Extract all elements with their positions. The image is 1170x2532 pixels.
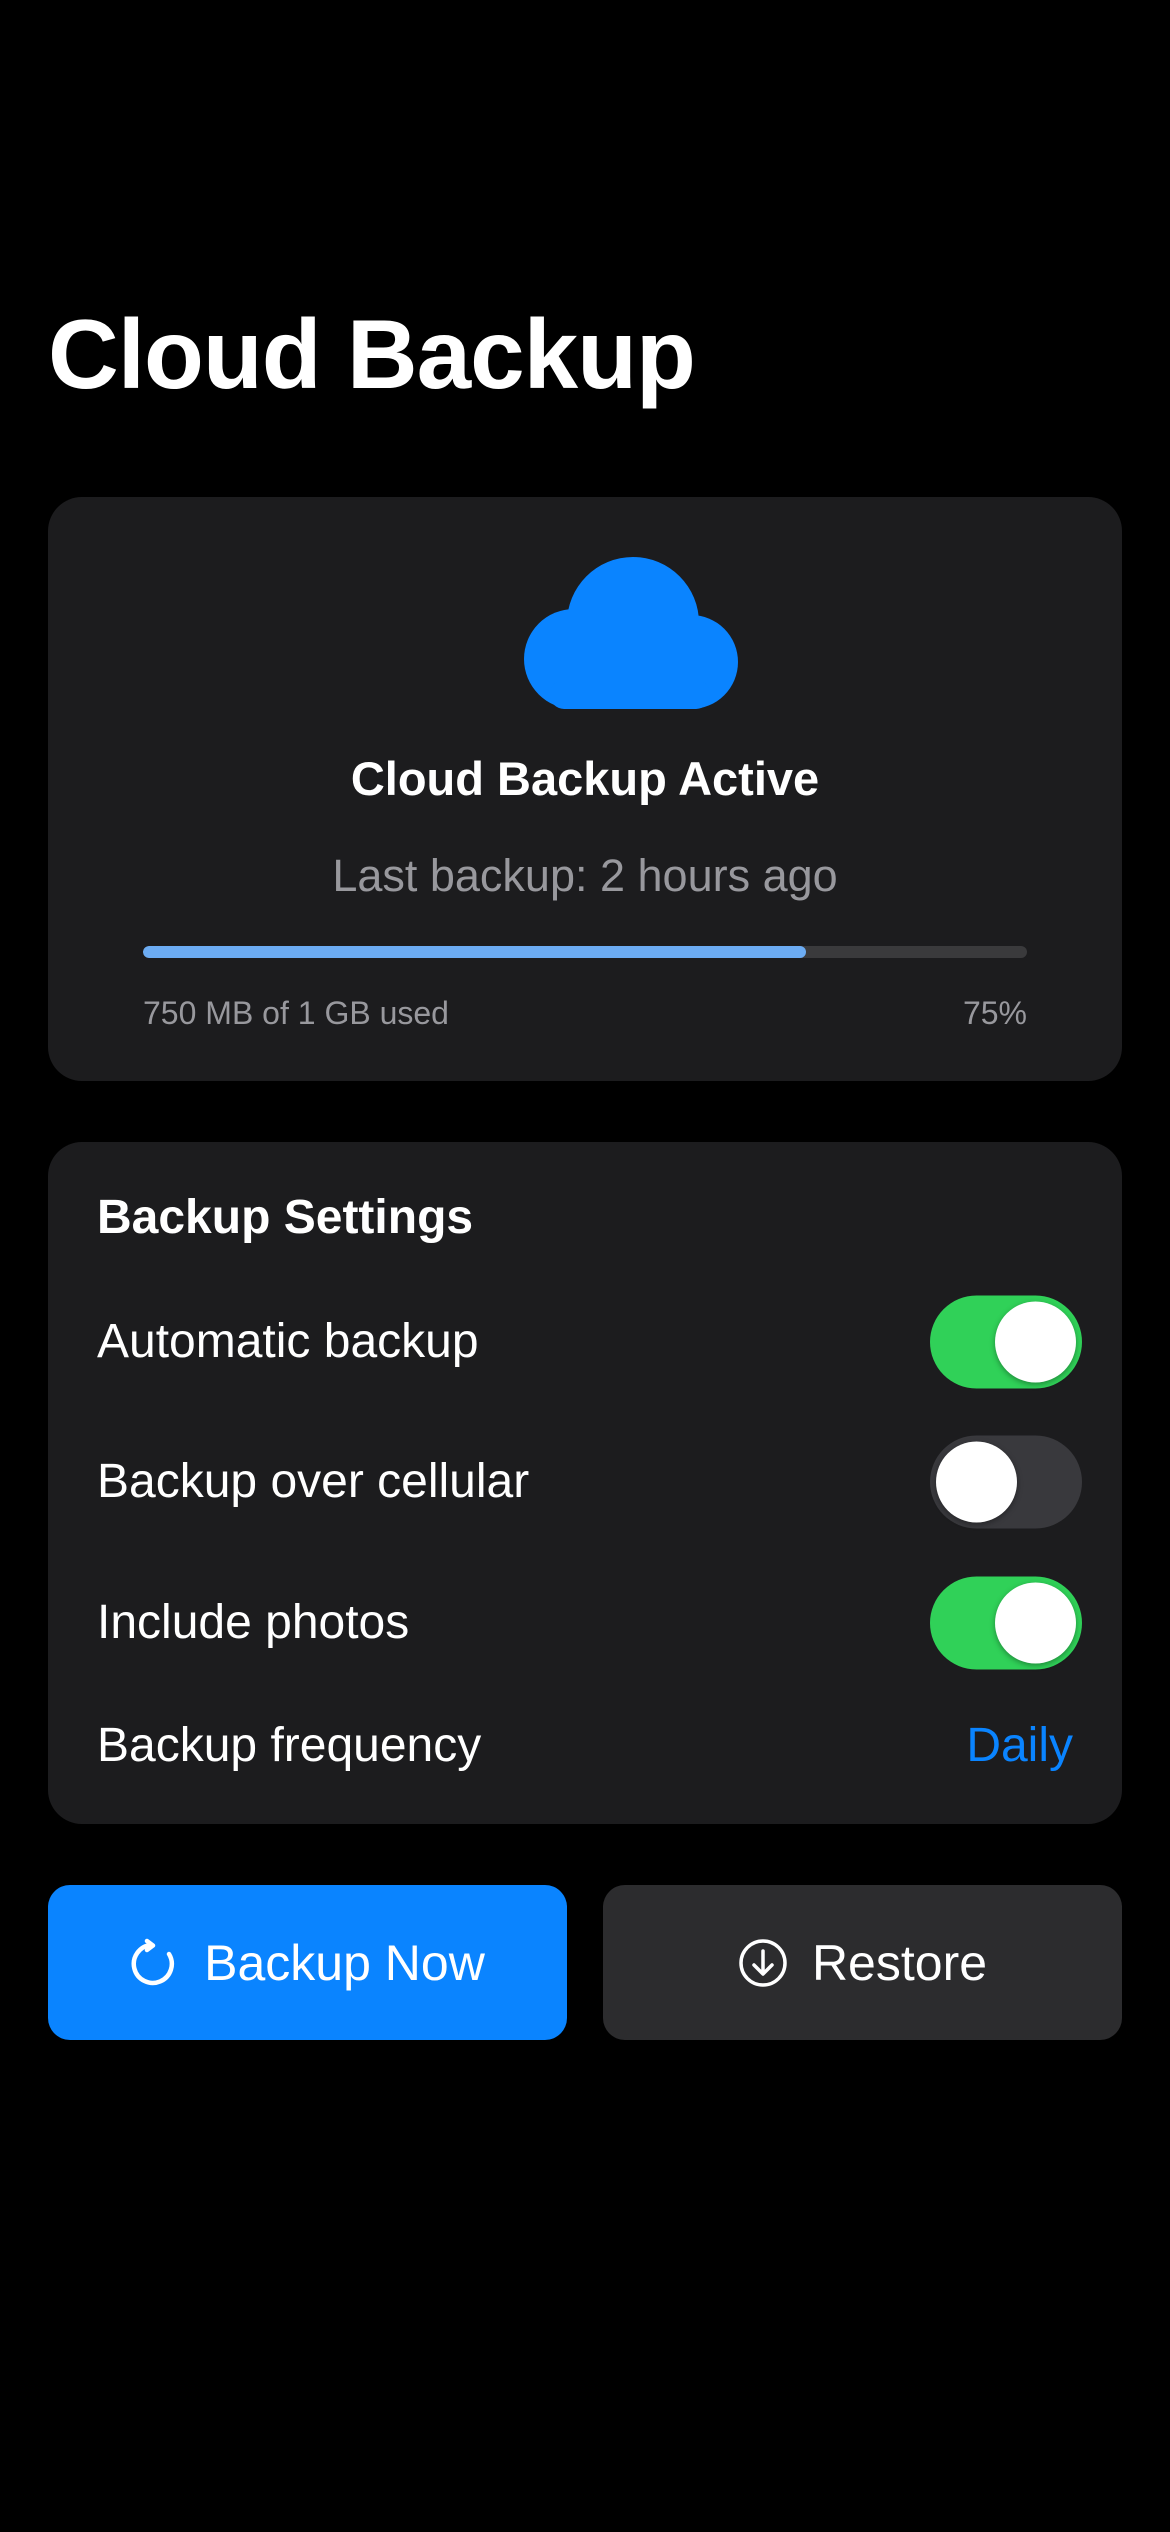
restore-label: Restore (811, 1934, 988, 1991)
backup-now-button[interactable]: Backup Now (48, 1885, 567, 2040)
cloud-icon (524, 557, 738, 709)
setting-label: Backup frequency (97, 1719, 482, 1772)
setting-row-backup-over-cellular: Backup over cellular (48, 1432, 1122, 1532)
setting-row-backup-frequency[interactable]: Backup frequency Daily (48, 1696, 1122, 1796)
storage-percent-text: 75% (962, 995, 1027, 1031)
setting-label: Automatic backup (97, 1315, 479, 1368)
storage-progress-bar (143, 946, 1027, 958)
backup-status-title: Cloud Backup Active (350, 752, 820, 805)
backup-settings-card: Backup Settings Automatic backup Backup … (48, 1142, 1122, 1824)
restore-button[interactable]: Restore (603, 1885, 1122, 2040)
setting-row-include-photos: Include photos (48, 1573, 1122, 1673)
automatic-backup-toggle[interactable] (930, 1295, 1082, 1389)
download-circle-icon (739, 1938, 787, 1987)
backup-status-card: Cloud Backup Active Last backup: 2 hours… (48, 497, 1122, 1081)
include-photos-toggle[interactable] (930, 1576, 1082, 1670)
last-backup-text: Last backup: 2 hours ago (332, 850, 838, 901)
setting-label: Include photos (97, 1596, 410, 1649)
toggle-knob (995, 1582, 1076, 1664)
backup-now-label: Backup Now (204, 1934, 485, 1991)
page-title: Cloud Backup (48, 299, 696, 409)
settings-section-title: Backup Settings (97, 1191, 474, 1244)
toggle-knob (936, 1441, 1017, 1523)
setting-label: Backup over cellular (97, 1455, 530, 1508)
storage-used-text: 750 MB of 1 GB used (143, 995, 449, 1031)
backup-over-cellular-toggle[interactable] (930, 1435, 1082, 1529)
setting-row-automatic-backup: Automatic backup (48, 1292, 1122, 1392)
refresh-icon (131, 1938, 175, 1985)
backup-frequency-value[interactable]: Daily (966, 1722, 1073, 1770)
toggle-knob (995, 1301, 1076, 1383)
storage-progress-fill (143, 946, 806, 958)
